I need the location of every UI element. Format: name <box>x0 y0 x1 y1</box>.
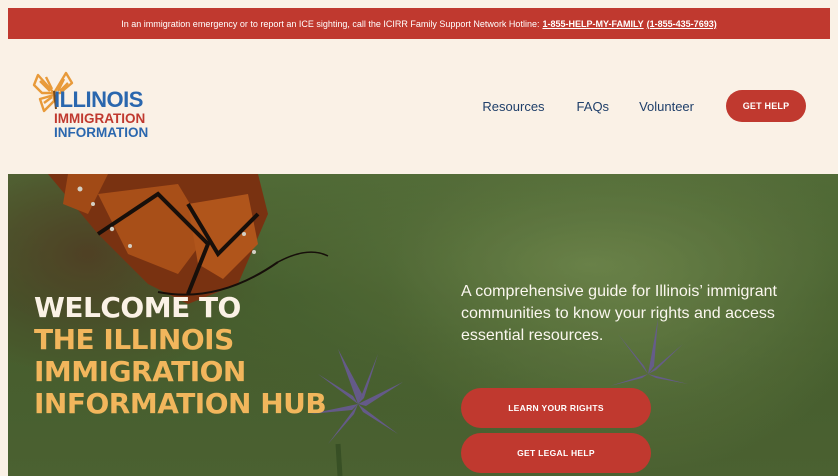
get-help-button[interactable]: GET HELP <box>726 90 806 122</box>
hotline-link[interactable]: 1-855-HELP-MY-FAMILY <box>542 19 643 29</box>
hero-title-line3: IMMIGRATION <box>34 354 246 388</box>
main-nav: Resources FAQs Volunteer GET HELP <box>482 90 812 122</box>
hero-title: WELCOME TO THE ILLINOIS IMMIGRATION INFO… <box>34 291 327 420</box>
site-header: ILLINOIS IMMIGRATION INFORMATION Resourc… <box>8 39 830 174</box>
alert-text: In an immigration emergency or to report… <box>121 18 540 29</box>
logo-line-immigration: IMMIGRATION <box>54 111 146 126</box>
site-logo[interactable]: ILLINOIS IMMIGRATION INFORMATION <box>32 69 182 139</box>
nav-volunteer[interactable]: Volunteer <box>639 99 694 114</box>
alert-banner: In an immigration emergency or to report… <box>8 8 830 39</box>
nav-faqs[interactable]: FAQs <box>577 99 610 114</box>
hero-title-line4: INFORMATION HUB <box>34 386 327 420</box>
nav-resources[interactable]: Resources <box>482 99 544 114</box>
hotline-number-link[interactable]: (1-855-435-7693) <box>647 19 717 29</box>
logo-line-illinois: ILLINOIS <box>54 87 143 112</box>
logo-wordmark: ILLINOIS IMMIGRATION INFORMATION <box>54 89 148 139</box>
logo-line-information: INFORMATION <box>54 124 149 140</box>
hero-description: A comprehensive guide for Illinois’ immi… <box>461 283 777 345</box>
hero-title-line1: WELCOME TO <box>34 291 241 324</box>
hero-title-line2: THE ILLINOIS <box>34 322 234 356</box>
hero-section: WELCOME TO THE ILLINOIS IMMIGRATION INFO… <box>8 174 838 476</box>
learn-your-rights-button[interactable]: LEARN YOUR RIGHTS <box>461 388 651 428</box>
get-legal-help-button[interactable]: GET LEGAL HELP <box>461 433 651 473</box>
